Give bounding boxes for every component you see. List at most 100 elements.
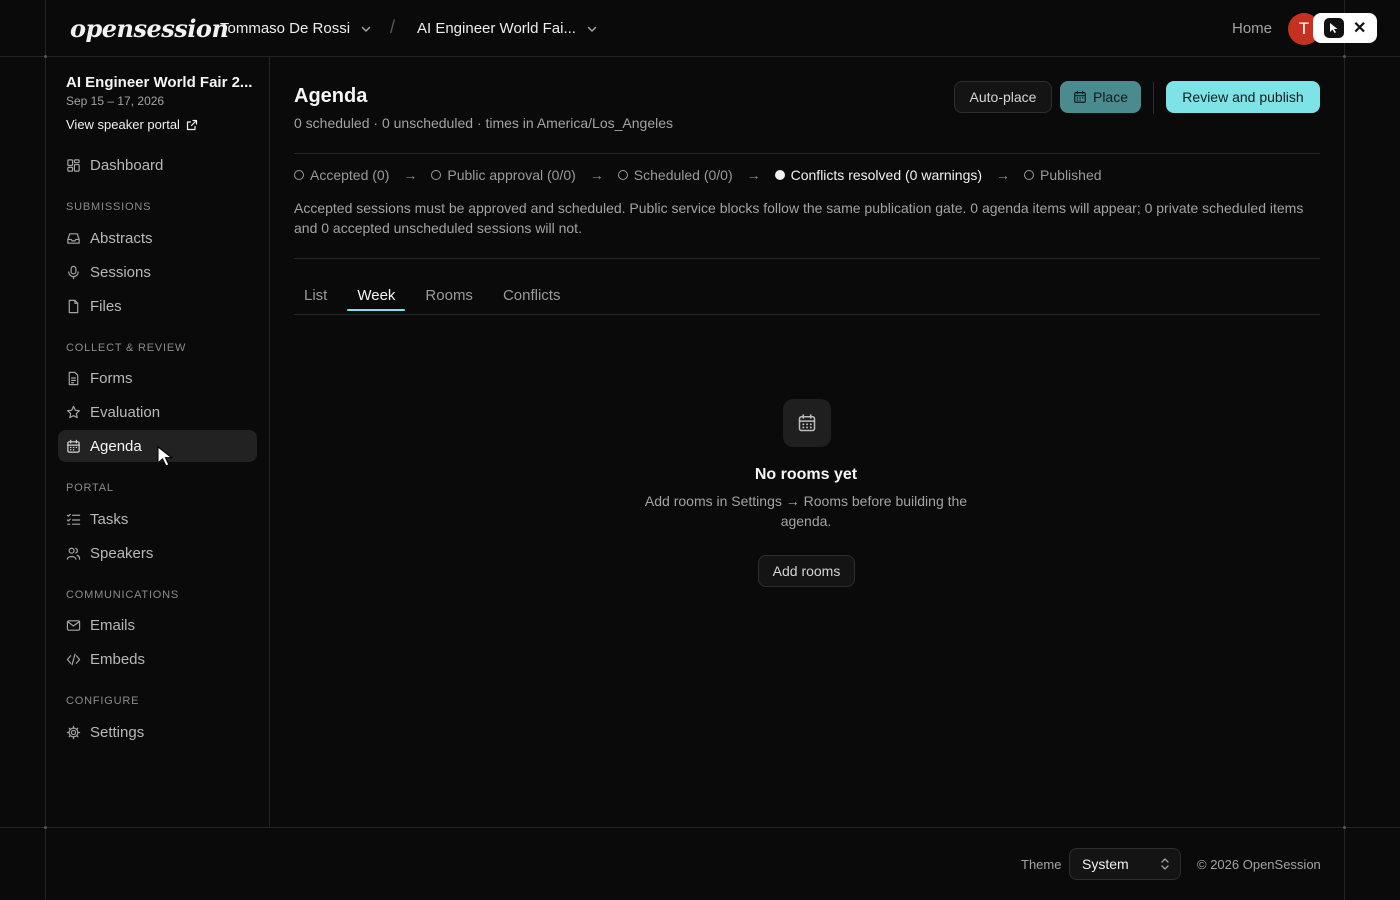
sidebar-item-tasks[interactable]: Tasks	[58, 503, 257, 535]
section-label-portal: PORTAL	[66, 482, 114, 494]
code-icon	[66, 653, 81, 665]
theme-select-value: System	[1082, 856, 1129, 872]
top-bar: opensession Tommaso De Rossi / AI Engine…	[0, 0, 1400, 57]
sidebar-item-embeds[interactable]: Embeds	[58, 643, 257, 675]
sidebar-item-dashboard[interactable]: Dashboard	[58, 149, 257, 181]
sidebar-item-emails[interactable]: Emails	[58, 609, 257, 641]
step-published: Published	[1024, 167, 1102, 183]
step-scheduled: Scheduled (0/0)	[617, 167, 733, 183]
step-label: Published	[1040, 167, 1102, 183]
sidebar-item-label: Forms	[90, 369, 133, 387]
section-label-configure: CONFIGURE	[66, 695, 140, 707]
sidebar-item-label: Tasks	[90, 510, 129, 528]
calendar-icon	[798, 414, 816, 432]
empty-state-description: Add rooms in Settings → Rooms before bui…	[644, 493, 968, 529]
sidebar-item-speakers[interactable]: Speakers	[58, 537, 257, 569]
sidebar-item-abstracts[interactable]: Abstracts	[58, 222, 257, 254]
publication-notice: Accepted sessions must be approved and s…	[294, 200, 1304, 236]
event-name: AI Engineer World Fai...	[417, 20, 576, 37]
sidebar-item-label: Emails	[90, 616, 136, 634]
circle-icon	[617, 170, 628, 180]
sidebar-item-label: Abstracts	[90, 229, 153, 247]
step-accepted: Accepted (0)	[294, 167, 389, 183]
place-button[interactable]: Place	[1060, 81, 1141, 113]
extension-toolbar: ✕	[1313, 13, 1377, 43]
event-dates: Sep 15 – 17, 2026	[66, 94, 165, 108]
home-link[interactable]: Home	[1232, 20, 1272, 37]
copyright: © 2026 OpenSession	[1197, 857, 1321, 872]
speaker-portal-label: View speaker portal	[66, 117, 180, 132]
arrow-right-icon: →	[746, 167, 761, 183]
tab-conflicts[interactable]: Conflicts	[493, 287, 571, 311]
sidebar: AI Engineer World Fair 2... Sep 15 – 17,…	[46, 57, 269, 827]
sidebar-item-label: Files	[90, 297, 122, 315]
step-label: Accepted (0)	[310, 167, 390, 183]
main-content: Agenda 0 scheduled · 0 unscheduled · tim…	[270, 57, 1344, 827]
org-name: Tommaso De Rossi	[220, 20, 351, 37]
event-title: AI Engineer World Fair 2...	[66, 74, 253, 91]
section-label-communications: COMMUNICATIONS	[66, 589, 180, 601]
footer-divider	[0, 827, 1400, 828]
review-and-publish-button[interactable]: Review and publish	[1166, 81, 1320, 113]
sidebar-item-label: Speakers	[90, 544, 154, 562]
arrow-right-icon: →	[996, 167, 1011, 183]
event-switcher[interactable]: AI Engineer World Fai...	[417, 20, 598, 37]
tab-rooms[interactable]: Rooms	[415, 287, 483, 311]
users-icon	[66, 547, 81, 560]
page-title: Agenda	[294, 85, 368, 107]
toolbar-divider	[1153, 82, 1154, 114]
circle-icon	[1024, 170, 1035, 180]
checklist-icon	[66, 513, 81, 525]
arrow-right-icon: →	[589, 167, 604, 183]
tab-week[interactable]: Week	[347, 287, 406, 311]
close-icon[interactable]: ✕	[1353, 18, 1366, 38]
chevron-down-icon	[361, 26, 371, 32]
star-icon	[66, 405, 81, 418]
sidebar-item-evaluation[interactable]: Evaluation	[58, 396, 257, 428]
place-button-label: Place	[1092, 89, 1129, 105]
sidebar-item-sessions[interactable]: Sessions	[58, 256, 257, 288]
step-label: Scheduled (0/0)	[633, 167, 733, 183]
form-icon	[68, 371, 79, 385]
speaker-portal-link[interactable]: View speaker portal	[66, 117, 198, 132]
theme-select[interactable]: System	[1069, 848, 1181, 880]
logo[interactable]: opensession	[70, 14, 229, 43]
sidebar-item-settings[interactable]: Settings	[58, 716, 257, 748]
section-label-submissions: SUBMISSIONS	[66, 201, 152, 213]
empty-state-icon	[783, 399, 831, 447]
auto-place-button[interactable]: Auto-place	[954, 81, 1052, 113]
tabs-divider	[294, 314, 1320, 315]
sidebar-item-forms[interactable]: Forms	[58, 362, 257, 394]
tab-list[interactable]: List	[294, 287, 337, 311]
calendar-icon	[1074, 90, 1086, 103]
step-label: Conflicts resolved (0 warnings)	[790, 167, 983, 183]
inbox-icon	[67, 232, 80, 244]
dashboard-icon	[67, 158, 80, 172]
arrow-right-icon: →	[403, 167, 418, 183]
mail-icon	[66, 619, 81, 631]
step-conflicts-resolved: Conflicts resolved (0 warnings)	[774, 167, 983, 183]
sidebar-item-label: Agenda	[90, 437, 142, 455]
cursor-tool-icon[interactable]	[1323, 18, 1344, 38]
empty-state-title: No rooms yet	[754, 466, 858, 483]
org-switcher[interactable]: Tommaso De Rossi	[220, 20, 372, 37]
publication-steps: Accepted (0) → Public approval (0/0) → S…	[294, 167, 1102, 183]
add-rooms-button[interactable]: Add rooms	[758, 555, 855, 587]
sidebar-item-label: Embeds	[90, 650, 146, 668]
external-link-icon	[186, 119, 198, 130]
sidebar-item-files[interactable]: Files	[58, 290, 257, 322]
file-icon	[68, 299, 79, 313]
right-frame-line	[1344, 0, 1345, 900]
circle-icon	[431, 170, 442, 180]
chevron-up-down-icon	[1161, 858, 1169, 870]
sidebar-item-label: Sessions	[90, 263, 151, 281]
sidebar-item-label: Evaluation	[90, 403, 161, 421]
theme-label: Theme	[1021, 857, 1062, 872]
agenda-tabs: List Week Rooms Conflicts	[294, 287, 570, 311]
divider	[294, 258, 1320, 259]
divider	[294, 153, 1320, 154]
step-public-approval: Public approval (0/0)	[431, 167, 576, 183]
chevron-down-icon	[587, 26, 597, 32]
sidebar-item-label: Dashboard	[90, 156, 164, 174]
breadcrumb-separator: /	[390, 17, 396, 37]
